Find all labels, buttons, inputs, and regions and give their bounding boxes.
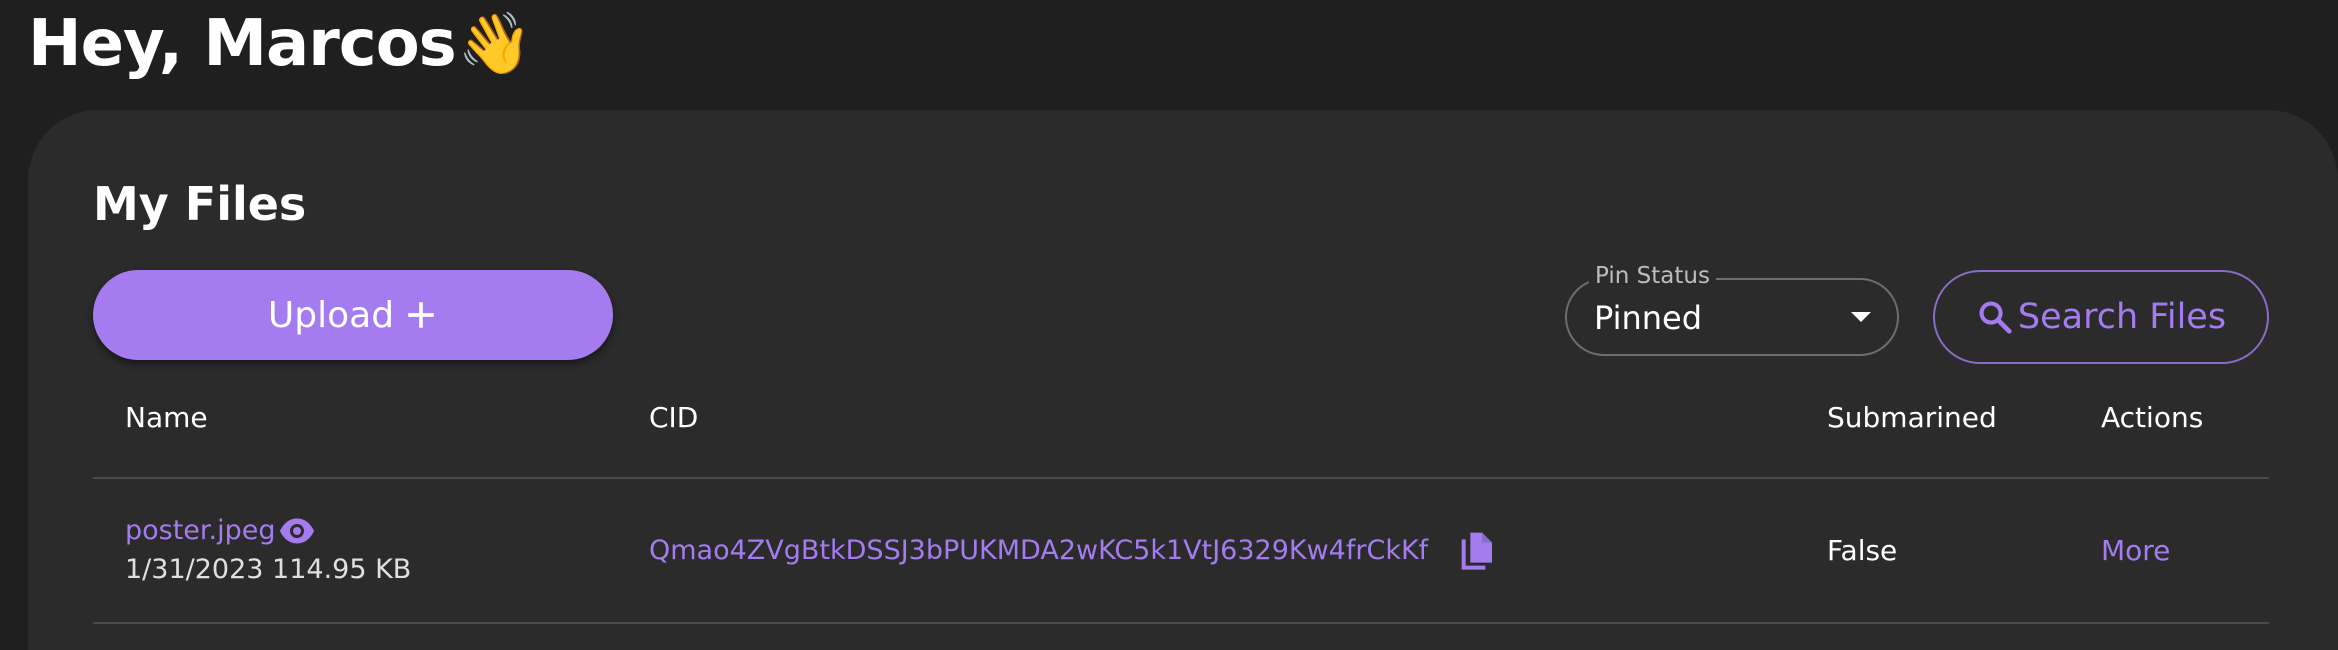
upload-button-label: Upload [267,294,395,336]
search-files-label: Search Files [2017,297,2227,337]
file-meta: 1/31/2023 114.95 KB [125,553,411,587]
column-header-name: Name [125,401,208,434]
file-name-link[interactable]: poster.jpeg [125,514,316,548]
upload-button[interactable]: Upload [93,270,613,360]
file-name: poster.jpeg [125,515,276,546]
column-header-submarined: Submarined [1827,401,1997,434]
files-panel: My Files Upload Pin Status Pinned Search… [28,110,2338,650]
file-date: 1/31/2023 [125,554,264,585]
pin-status-label: Pin Status [1589,261,1716,291]
column-header-cid: CID [649,401,699,434]
row-divider [93,622,2269,624]
cid-link[interactable]: Qmao4ZVgBtkDSSJ3bPUKMDA2wKC5k1VtJ6329Kw4… [649,534,1428,568]
eye-icon[interactable] [278,517,316,545]
greeting-heading: Hey, Marcos 👋 [28,2,533,86]
file-size: 114.95 KB [272,554,412,585]
header-divider [93,477,2269,479]
greeting-text: Hey, Marcos [28,7,457,81]
plus-icon [408,302,434,328]
copy-icon[interactable] [1460,531,1494,571]
section-title: My Files [93,177,307,231]
pin-status-select[interactable]: Pin Status Pinned [1565,261,1899,356]
waving-hand-emoji: 👋 [457,9,533,79]
column-header-actions: Actions [2101,401,2204,434]
search-files-button[interactable]: Search Files [1933,270,2269,364]
pin-status-value: Pinned [1594,299,1703,337]
caret-down-icon [1851,312,1871,322]
search-icon [1979,301,2012,334]
submarined-value: False [1827,534,1898,567]
more-actions-link[interactable]: More [2101,534,2170,568]
